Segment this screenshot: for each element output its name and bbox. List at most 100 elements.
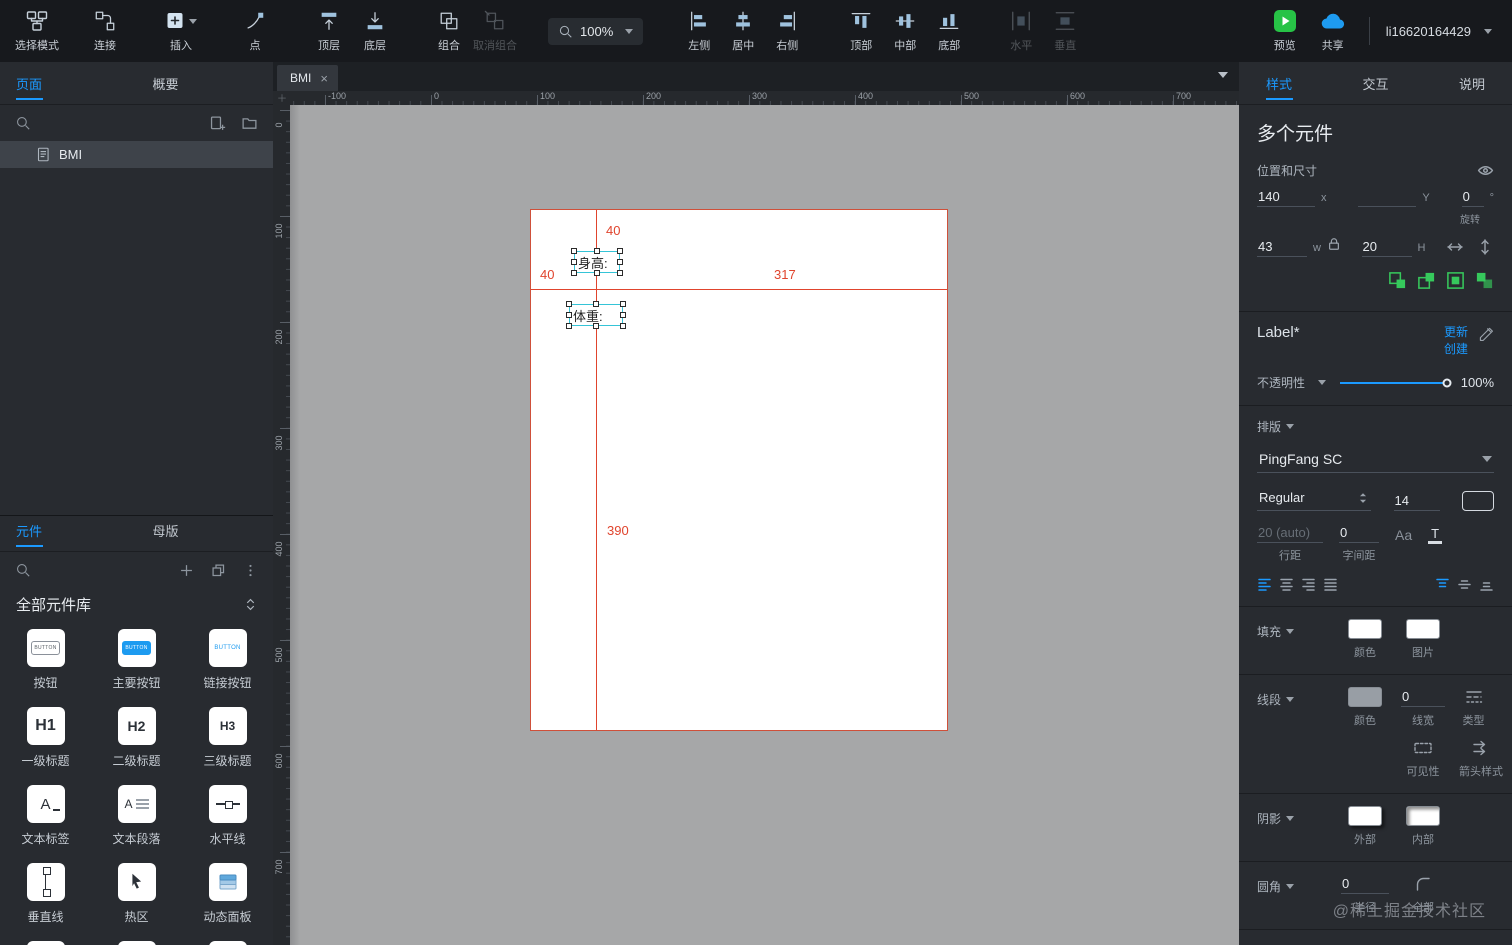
selection-handle[interactable]	[566, 312, 572, 318]
edit-style-icon[interactable]	[1478, 324, 1494, 344]
outer-shadow-swatch[interactable]	[1348, 806, 1382, 826]
selection-handle[interactable]	[620, 312, 626, 318]
lock-ratio-icon[interactable]	[1327, 234, 1341, 254]
align-text-top-icon[interactable]	[1435, 577, 1450, 592]
width-input[interactable]	[1257, 237, 1307, 257]
preview-button[interactable]: 预览	[1265, 9, 1305, 53]
visibility-icon[interactable]	[1413, 738, 1433, 758]
widget-h2[interactable]: H2 二级标题	[94, 707, 180, 785]
line-caret[interactable]	[1286, 697, 1295, 703]
selection-handle[interactable]	[617, 259, 623, 265]
align-widget-icon-4[interactable]	[1475, 271, 1494, 295]
tab-style[interactable]: 样式	[1266, 75, 1294, 104]
slider-knob[interactable]	[1442, 378, 1452, 387]
tab-masters[interactable]: 母版	[137, 522, 274, 551]
widget-h3[interactable]: H3 三级标题	[185, 707, 271, 785]
line-color-swatch[interactable]	[1348, 687, 1382, 707]
align-widget-icon-1[interactable]	[1388, 271, 1407, 295]
library-select[interactable]: 全部元件库	[0, 588, 273, 625]
tool-align-center[interactable]: 居中	[721, 9, 765, 53]
x-input[interactable]	[1257, 187, 1315, 207]
selection-handle[interactable]	[617, 248, 623, 254]
widget-text-label[interactable]: A 文本标签	[3, 785, 89, 863]
shadow-caret[interactable]	[1286, 816, 1295, 822]
widget-horizontal-line[interactable]: 水平线	[185, 785, 271, 863]
tab-notes[interactable]: 说明	[1459, 75, 1485, 104]
tool-top-layer[interactable]: 顶层	[306, 9, 352, 53]
widget-dynamic-panel[interactable]: 动态面板	[185, 863, 271, 941]
align-text-middle-icon[interactable]	[1457, 577, 1472, 592]
selection-handle[interactable]	[566, 323, 572, 329]
ruler-origin-corner[interactable]	[273, 91, 290, 105]
selection-handle[interactable]	[571, 259, 577, 265]
font-family-select[interactable]: PingFang SC	[1257, 446, 1494, 473]
fit-width-icon[interactable]	[1446, 237, 1464, 257]
tool-group[interactable]: 组合	[426, 9, 472, 53]
tool-select-mode[interactable]: 选择模式	[14, 9, 60, 53]
radius-caret[interactable]	[1286, 884, 1295, 890]
radius-all-icon[interactable]	[1414, 874, 1432, 894]
fill-caret[interactable]	[1286, 629, 1295, 635]
tool-align-left[interactable]: 左侧	[677, 9, 721, 53]
text-style-box[interactable]	[1462, 491, 1494, 511]
selection-handle[interactable]	[620, 323, 626, 329]
typography-caret[interactable]	[1286, 424, 1295, 430]
align-text-bottom-icon[interactable]	[1479, 577, 1494, 592]
selection-handle[interactable]	[594, 270, 600, 276]
tool-bottom-layer[interactable]: 底层	[352, 9, 398, 53]
tool-align-bottom[interactable]: 底部	[927, 9, 971, 53]
search-icon[interactable]	[15, 115, 31, 131]
fill-image-swatch[interactable]	[1406, 619, 1440, 639]
search-icon[interactable]	[15, 562, 31, 578]
artboard[interactable]: 40 40 317 390 身高: 体重:	[290, 105, 1239, 945]
fit-height-icon[interactable]	[1476, 237, 1494, 257]
fill-color-swatch[interactable]	[1348, 619, 1382, 639]
align-text-right-icon[interactable]	[1301, 577, 1316, 592]
line-type-icon[interactable]	[1465, 687, 1483, 707]
tab-interaction[interactable]: 交互	[1362, 75, 1388, 104]
text-color-icon[interactable]: T	[1428, 526, 1443, 544]
update-style-link[interactable]: 更新	[1444, 324, 1468, 341]
tool-align-right[interactable]: 右侧	[765, 9, 809, 53]
selection-handle[interactable]	[571, 270, 577, 276]
add-page-icon[interactable]	[209, 115, 226, 132]
inner-shadow-swatch[interactable]	[1406, 806, 1440, 826]
height-input[interactable]	[1361, 237, 1412, 257]
widget-button[interactable]: BUTTON 按钮	[3, 629, 89, 707]
widget-vertical-line[interactable]: 垂直线	[3, 863, 89, 941]
arrow-style-icon[interactable]	[1472, 738, 1490, 758]
user-menu[interactable]: li16620164429	[1386, 24, 1492, 39]
align-widget-icon-3[interactable]	[1446, 271, 1465, 295]
vertical-ruler[interactable]: 0 100 200 300 400 500 600 700	[273, 105, 290, 945]
selection-handle[interactable]	[617, 270, 623, 276]
tab-widgets[interactable]: 元件	[0, 522, 137, 551]
line-spacing-value[interactable]: 20 (auto)	[1257, 523, 1323, 543]
selection-handle[interactable]	[593, 323, 599, 329]
add-library-icon[interactable]	[179, 563, 194, 578]
widget-partial[interactable]	[94, 941, 180, 945]
widget-link-button[interactable]: BUTTON 链接按钮	[185, 629, 271, 707]
case-aa-icon[interactable]: Aa	[1395, 527, 1412, 543]
selection-handle[interactable]	[571, 248, 577, 254]
zoom-control[interactable]: 100%	[548, 17, 644, 45]
align-text-center-icon[interactable]	[1279, 577, 1294, 592]
line-width-value[interactable]: 0	[1401, 687, 1445, 707]
opacity-caret[interactable]	[1318, 380, 1327, 385]
widget-partial[interactable]	[3, 941, 89, 945]
page-canvas[interactable]: 40 40 317 390 身高: 体重:	[530, 209, 948, 731]
tool-align-middle[interactable]: 中部	[883, 9, 927, 53]
align-widget-icon-2[interactable]	[1417, 271, 1436, 295]
tool-align-top[interactable]: 顶部	[839, 9, 883, 53]
char-spacing-value[interactable]: 0	[1339, 523, 1379, 543]
rotate-input[interactable]	[1461, 187, 1484, 207]
widget-h1[interactable]: H1 一级标题	[3, 707, 89, 785]
selection-handle[interactable]	[593, 301, 599, 307]
widget-hotspot[interactable]: 热区	[94, 863, 180, 941]
tabs-menu-caret[interactable]	[1218, 72, 1228, 78]
selection-handle[interactable]	[594, 248, 600, 254]
radius-value[interactable]: 0	[1341, 874, 1389, 894]
add-folder-icon[interactable]	[241, 115, 258, 132]
opacity-slider[interactable]	[1340, 378, 1452, 387]
duplicate-icon[interactable]	[211, 563, 226, 578]
widget-partial[interactable]	[185, 941, 271, 945]
